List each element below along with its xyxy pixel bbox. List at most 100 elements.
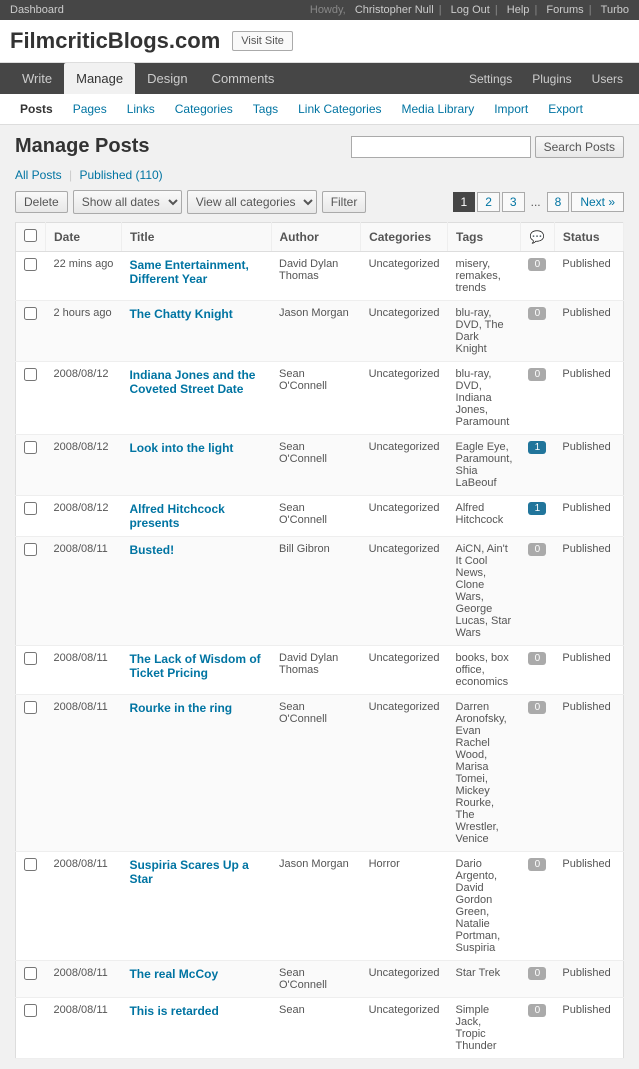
th-date[interactable]: Date xyxy=(46,223,122,252)
row-categories: Uncategorized xyxy=(361,695,448,852)
row-checkbox[interactable] xyxy=(24,858,37,871)
pagination: 1 2 3 ... 8 Next » xyxy=(453,192,624,212)
row-author: Sean O'Connell xyxy=(271,961,361,998)
row-checkbox[interactable] xyxy=(24,701,37,714)
row-date: 2008/08/12 xyxy=(46,362,122,435)
row-checkbox[interactable] xyxy=(24,258,37,271)
row-author: David Dylan Thomas xyxy=(271,252,361,301)
subnav-import[interactable]: Import xyxy=(484,94,538,124)
username-link[interactable]: Christopher Null xyxy=(355,4,434,16)
subnav-categories[interactable]: Categories xyxy=(165,94,243,124)
all-posts-link[interactable]: All Posts xyxy=(15,168,62,182)
row-checkbox[interactable] xyxy=(24,441,37,454)
turbo-link[interactable]: Turbo xyxy=(601,4,629,16)
row-tags: Darren Aronofsky, Evan Rachel Wood, Mari… xyxy=(448,695,521,852)
row-checkbox[interactable] xyxy=(24,502,37,515)
th-title[interactable]: Title xyxy=(121,223,271,252)
subnav-tags[interactable]: Tags xyxy=(243,94,288,124)
comment-count-badge: 0 xyxy=(528,967,546,980)
nav-comments[interactable]: Comments xyxy=(200,63,287,94)
post-title-link[interactable]: Busted! xyxy=(129,543,174,557)
page-next-link[interactable]: Next » xyxy=(571,192,624,212)
select-all-checkbox[interactable] xyxy=(24,229,37,242)
post-title-link[interactable]: The Lack of Wisdom of Ticket Pricing xyxy=(129,652,260,680)
row-comments: 0 xyxy=(520,537,554,646)
row-checkbox[interactable] xyxy=(24,967,37,980)
row-checkbox-cell xyxy=(16,998,46,1059)
nav-manage[interactable]: Manage xyxy=(64,63,135,94)
post-title-link[interactable]: Look into the light xyxy=(129,441,233,455)
row-categories: Uncategorized xyxy=(361,646,448,695)
subnav-pages[interactable]: Pages xyxy=(63,94,117,124)
th-status[interactable]: Status xyxy=(554,223,623,252)
row-checkbox[interactable] xyxy=(24,543,37,556)
row-comments: 0 xyxy=(520,998,554,1059)
help-link[interactable]: Help xyxy=(507,4,530,16)
page-2-link[interactable]: 2 xyxy=(477,192,500,212)
post-title-link[interactable]: Indiana Jones and the Coveted Street Dat… xyxy=(129,368,255,396)
row-author: Bill Gibron xyxy=(271,537,361,646)
table-row: 2008/08/11 The real McCoy Sean O'Connell… xyxy=(16,961,624,998)
row-checkbox[interactable] xyxy=(24,307,37,320)
page-content: Manage Posts Search Posts All Posts | Pu… xyxy=(0,125,639,1069)
row-title: Busted! xyxy=(121,537,271,646)
th-categories[interactable]: Categories xyxy=(361,223,448,252)
date-filter-select[interactable]: Show all dates xyxy=(73,190,182,214)
post-title-link[interactable]: The Chatty Knight xyxy=(129,307,232,321)
dashboard-link[interactable]: Dashboard xyxy=(10,4,64,16)
subnav-posts[interactable]: Posts xyxy=(10,94,63,124)
comment-count-badge: 0 xyxy=(528,701,546,714)
post-title-link[interactable]: This is retarded xyxy=(129,1004,218,1018)
row-checkbox[interactable] xyxy=(24,368,37,381)
subnav-export[interactable]: Export xyxy=(538,94,593,124)
row-comments: 0 xyxy=(520,695,554,852)
comment-count-badge: 0 xyxy=(528,258,546,271)
nav-users[interactable]: Users xyxy=(586,64,629,94)
visit-site-button[interactable]: Visit Site xyxy=(232,31,293,51)
post-title-link[interactable]: Same Entertainment, Different Year xyxy=(129,258,248,286)
search-input[interactable] xyxy=(351,136,531,158)
comment-count-badge: 1 xyxy=(528,502,546,515)
logout-link[interactable]: Log Out xyxy=(451,4,490,16)
row-tags: blu-ray, DVD, Indiana Jones, Paramount xyxy=(448,362,521,435)
page-3-link[interactable]: 3 xyxy=(502,192,525,212)
site-title: FilmcriticBlogs.com xyxy=(10,28,220,54)
category-filter-select[interactable]: View all categories xyxy=(187,190,317,214)
page-title-row: Manage Posts Search Posts xyxy=(15,135,624,158)
row-checkbox[interactable] xyxy=(24,1004,37,1017)
post-title-link[interactable]: The real McCoy xyxy=(129,967,218,981)
row-comments: 1 xyxy=(520,435,554,496)
row-author: Sean O'Connell xyxy=(271,695,361,852)
row-tags: Simple Jack, Tropic Thunder xyxy=(448,998,521,1059)
delete-button[interactable]: Delete xyxy=(15,191,68,213)
nav-settings[interactable]: Settings xyxy=(463,64,518,94)
th-tags[interactable]: Tags xyxy=(448,223,521,252)
page-8-link[interactable]: 8 xyxy=(547,192,570,212)
comment-count-badge: 0 xyxy=(528,1004,546,1017)
search-posts-button[interactable]: Search Posts xyxy=(535,136,624,158)
row-date: 2008/08/11 xyxy=(46,998,122,1059)
comment-count-badge: 0 xyxy=(528,543,546,556)
row-status: Published xyxy=(554,646,623,695)
row-checkbox-cell xyxy=(16,646,46,695)
row-tags: Alfred Hitchcock xyxy=(448,496,521,537)
row-author: Sean O'Connell xyxy=(271,435,361,496)
subnav-link-categories[interactable]: Link Categories xyxy=(288,94,391,124)
subnav-media-library[interactable]: Media Library xyxy=(392,94,485,124)
published-posts-link[interactable]: Published (110) xyxy=(80,168,163,182)
row-date: 2008/08/12 xyxy=(46,435,122,496)
post-title-link[interactable]: Suspiria Scares Up a Star xyxy=(129,858,248,886)
nav-plugins[interactable]: Plugins xyxy=(526,64,577,94)
page-1-link[interactable]: 1 xyxy=(453,192,476,212)
main-nav: Write Manage Design Comments Settings Pl… xyxy=(0,63,639,94)
nav-write[interactable]: Write xyxy=(10,63,64,94)
row-checkbox[interactable] xyxy=(24,652,37,665)
forums-link[interactable]: Forums xyxy=(546,4,583,16)
th-author[interactable]: Author xyxy=(271,223,361,252)
row-title: Suspiria Scares Up a Star xyxy=(121,852,271,961)
post-title-link[interactable]: Alfred Hitchcock presents xyxy=(129,502,224,530)
post-title-link[interactable]: Rourke in the ring xyxy=(129,701,232,715)
filter-button[interactable]: Filter xyxy=(322,191,367,213)
nav-design[interactable]: Design xyxy=(135,63,199,94)
subnav-links[interactable]: Links xyxy=(117,94,165,124)
